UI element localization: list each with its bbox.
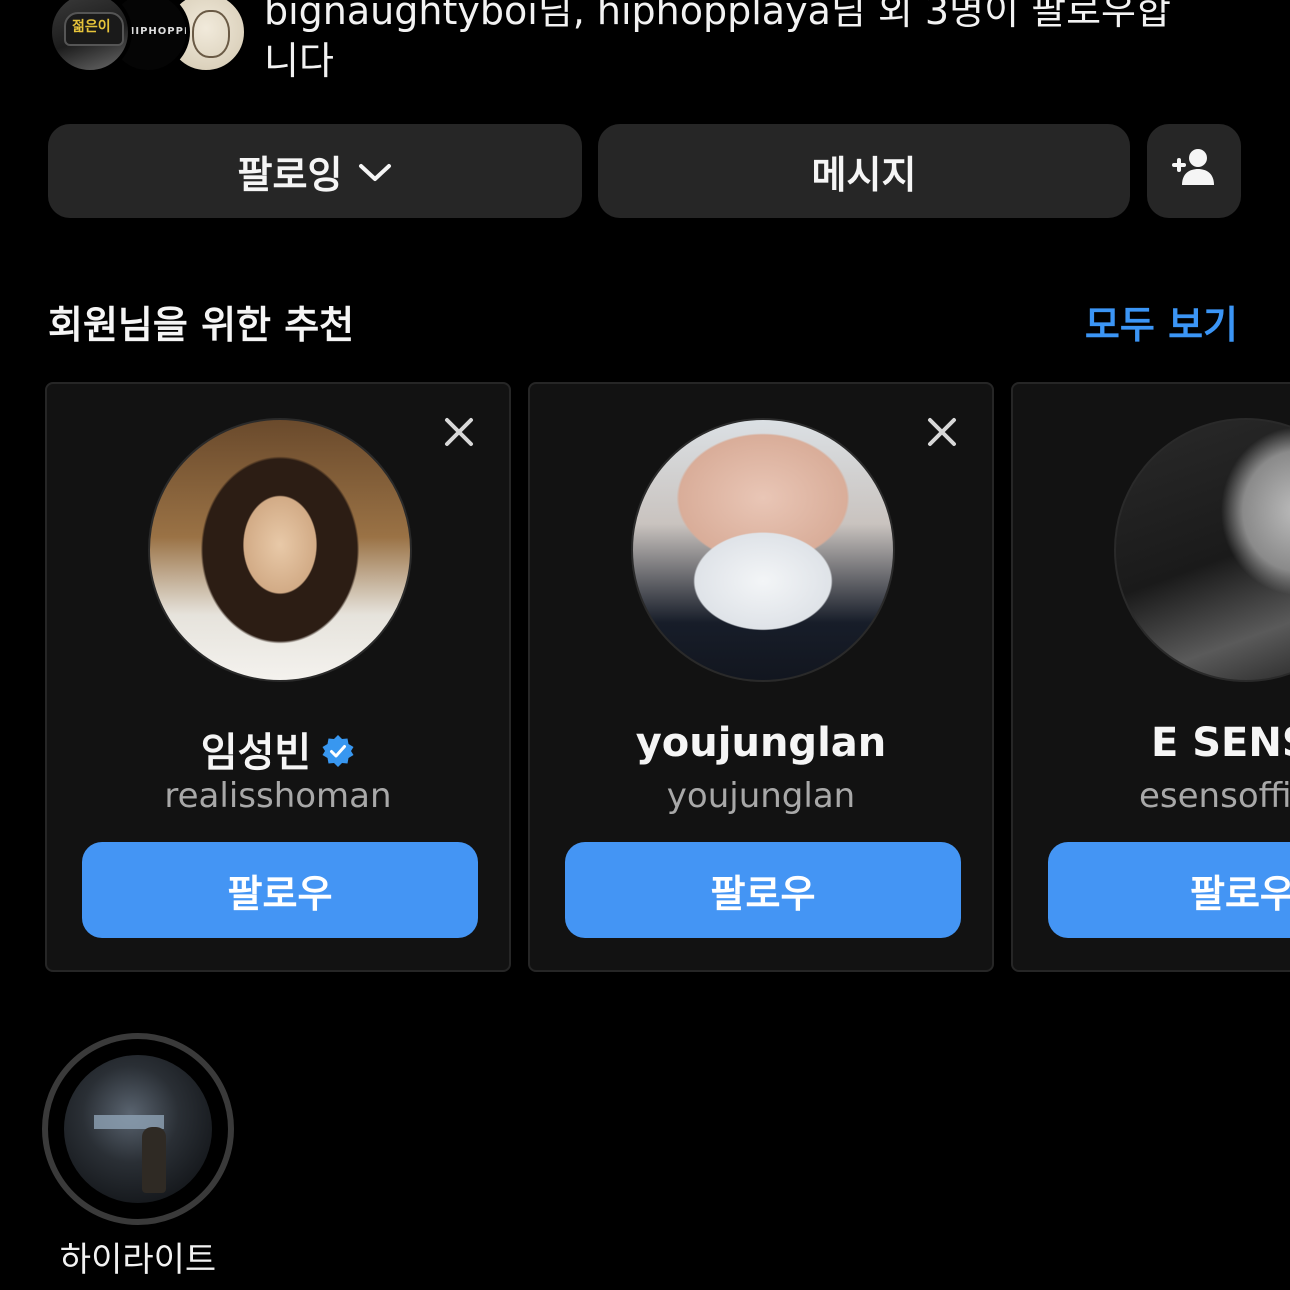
suggested-user-avatar[interactable]: [148, 418, 412, 682]
highlight-label: 하이라이트: [59, 1240, 217, 1280]
mutual-followers-line2: 니다: [264, 39, 334, 83]
suggestions-title: 회원님을 위한 추천: [48, 303, 355, 347]
profile-page: 젊은이 HIPHOPPLAYA bignaughtyboi님, hiphoppl…: [0, 0, 1290, 1290]
chevron-down-icon: [358, 149, 392, 193]
highlight-story-ring[interactable]: [42, 1033, 234, 1225]
suggestion-card[interactable]: 임성빈 realisshoman 팔로우: [45, 382, 511, 972]
close-icon[interactable]: [922, 412, 962, 452]
avatar-caption: HIPHOPPLAYA: [126, 26, 190, 37]
follow-button[interactable]: 팔로우: [82, 842, 478, 938]
suggested-username: youjunglan: [666, 776, 856, 816]
following-button[interactable]: 팔로잉: [48, 124, 582, 218]
close-icon[interactable]: [439, 412, 479, 452]
follow-button[interactable]: 팔로우: [1048, 842, 1290, 938]
suggestion-card[interactable]: E SENS esensoffi 팔로우: [1011, 382, 1290, 972]
face-drawing: [192, 10, 230, 58]
message-button[interactable]: 메시지: [598, 124, 1130, 218]
mutual-followers-line1: bignaughtyboi님, hiphopplaya님 외 3명이 팔로우합: [264, 0, 1171, 33]
display-name-text: E SENS: [1151, 720, 1290, 766]
see-all-link[interactable]: 모두 보기: [1085, 294, 1238, 349]
mutual-followers-text[interactable]: bignaughtyboi님, hiphopplaya님 외 3명이 팔로우합 …: [264, 0, 1254, 86]
display-name-text: youjunglan: [635, 720, 887, 766]
add-user-button[interactable]: [1147, 124, 1241, 218]
person-silhouette: [142, 1127, 166, 1193]
suggested-user-name: 임성빈: [47, 720, 509, 778]
following-button-label: 팔로잉: [237, 152, 343, 197]
highlight-cover-image: [64, 1055, 212, 1203]
suggestion-card[interactable]: youjunglan youjunglan 팔로우: [528, 382, 994, 972]
verified-badge-icon: [321, 732, 355, 767]
suggested-username: realisshoman: [164, 776, 392, 816]
mutual-followers-avatars[interactable]: 젊은이 HIPHOPPLAYA: [48, 0, 248, 74]
message-button-label: 메시지: [811, 152, 917, 197]
person-add-icon: [1170, 147, 1218, 196]
avatar-caption: 젊은이: [72, 19, 111, 35]
suggested-username: esensoffi: [1139, 776, 1290, 816]
suggested-user-avatar[interactable]: [1114, 418, 1290, 682]
suggested-user-name: youjunglan: [530, 720, 992, 766]
display-name-text: 임성빈: [200, 730, 312, 776]
suggested-user-name: E SENS: [1013, 720, 1290, 766]
follow-button[interactable]: 팔로우: [565, 842, 961, 938]
suggested-user-avatar[interactable]: [631, 418, 895, 682]
